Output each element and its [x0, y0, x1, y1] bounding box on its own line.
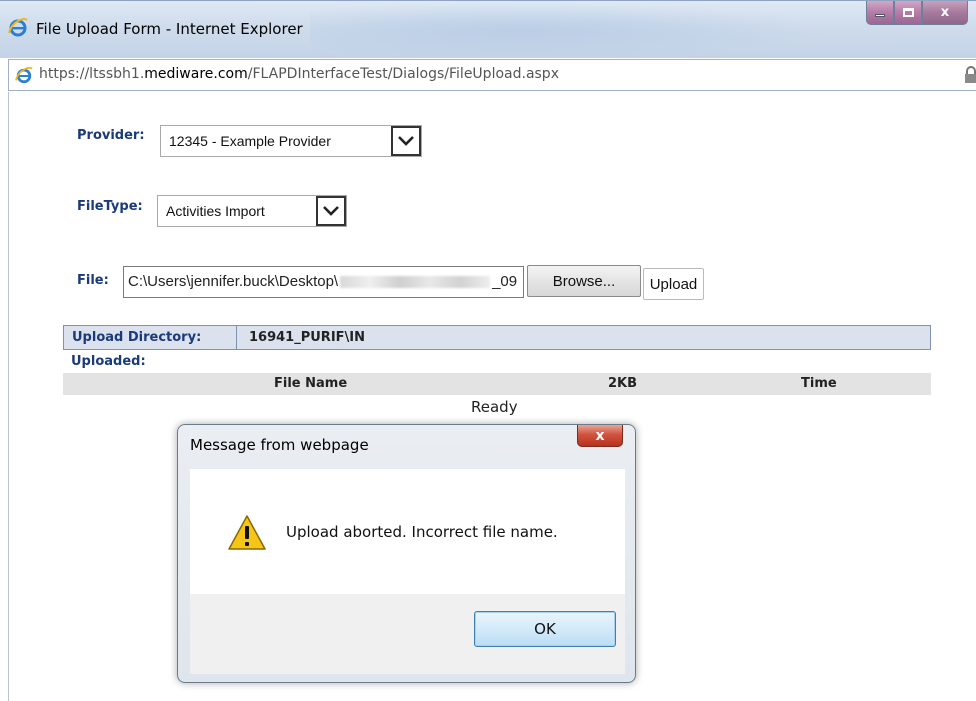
dialog-close-button[interactable]: x	[577, 425, 623, 447]
browse-button[interactable]: Browse...	[527, 265, 641, 297]
maximize-button[interactable]	[894, 1, 922, 25]
file-path-end: _09	[492, 273, 518, 290]
divider	[236, 326, 237, 349]
dialog-message: Upload aborted. Incorrect file name.	[286, 523, 558, 541]
provider-label: Provider:	[77, 128, 145, 143]
column-file-name: File Name	[274, 376, 348, 391]
upload-button[interactable]: Upload	[643, 268, 704, 300]
filetype-value: Activities Import	[166, 203, 265, 219]
file-path-input[interactable]: C:\Users\jennifer.buck\Desktop\ _09	[123, 266, 524, 298]
redacted-filename	[340, 276, 491, 289]
upload-directory-label: Upload Directory:	[72, 330, 202, 345]
uploaded-label: Uploaded:	[71, 354, 146, 369]
internet-explorer-icon	[8, 18, 28, 37]
maximize-icon	[902, 8, 914, 17]
status-text: Ready	[471, 398, 518, 416]
filetype-select[interactable]: Activities Import	[157, 195, 347, 227]
warning-icon	[228, 515, 266, 550]
url-path: /FLAPDInterfaceTest/Dialogs/FileUpload.a…	[247, 66, 559, 82]
window-titlebar: File Upload Form - Internet Explorer x	[0, 0, 976, 59]
chevron-down-icon[interactable]	[391, 126, 421, 156]
file-path-start: C:\Users\jennifer.buck\Desktop\	[128, 273, 339, 290]
uploaded-table-header: File Name 2KB Time	[63, 373, 931, 395]
dialog-title: Message from webpage	[190, 436, 369, 454]
chevron-down-icon[interactable]	[316, 196, 346, 226]
close-icon: x	[595, 427, 605, 444]
provider-select[interactable]: 12345 - Example Provider	[160, 125, 422, 157]
url-prefix: https://ltssbh1.	[39, 66, 145, 82]
window-close-button[interactable]: x	[922, 1, 968, 25]
address-bar[interactable]: https://ltssbh1.mediware.com/FLAPDInterf…	[8, 59, 976, 91]
window-controls: x	[866, 1, 968, 27]
column-size: 2KB	[608, 376, 638, 391]
minimize-button[interactable]	[866, 1, 894, 25]
column-time: Time	[801, 376, 837, 391]
minimize-icon	[875, 14, 885, 17]
window-title: File Upload Form - Internet Explorer	[36, 20, 303, 38]
address-url: https://ltssbh1.mediware.com/FLAPDInterf…	[39, 66, 559, 82]
dialog-body: Upload aborted. Incorrect file name.	[190, 469, 625, 594]
upload-directory-row: Upload Directory: 16941_PURIF\IN	[63, 325, 931, 350]
file-label: File:	[77, 273, 109, 288]
upload-directory-value: 16941_PURIF\IN	[249, 330, 366, 345]
lock-icon	[965, 66, 976, 83]
close-icon: x	[940, 5, 950, 20]
filetype-label: FileType:	[77, 199, 143, 214]
url-host: mediware.com	[144, 66, 248, 82]
ok-button[interactable]: OK	[474, 611, 616, 647]
page-ie-icon	[15, 66, 33, 84]
titlebar-background	[310, 1, 830, 59]
provider-value: 12345 - Example Provider	[169, 133, 331, 149]
